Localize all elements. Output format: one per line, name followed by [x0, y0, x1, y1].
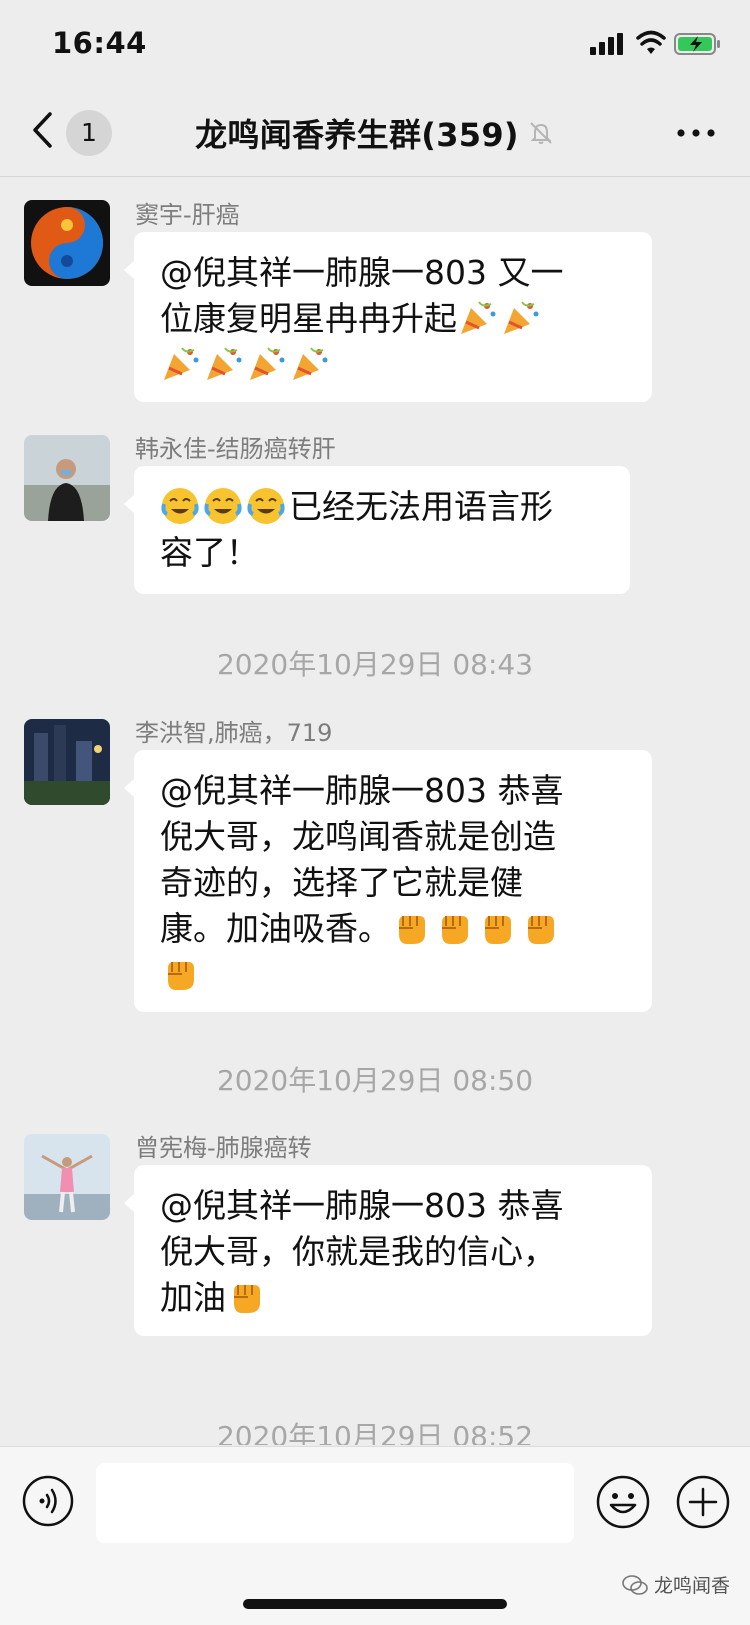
- cellular-signal-icon: [590, 33, 623, 55]
- party-popper-icon: [457, 298, 497, 338]
- fist-icon: [391, 908, 431, 948]
- party-popper-icon: [160, 344, 200, 384]
- status-bar: 16:44: [0, 0, 750, 88]
- message-bubble[interactable]: @倪其祥一肺腺一803 又一 位康复明星冉冉升起: [124, 232, 652, 402]
- crying-laugh-icon: [246, 486, 286, 526]
- sender-name: 窦宇-肝癌: [135, 201, 240, 229]
- home-indicator[interactable]: [243, 1599, 507, 1609]
- message-text-line: 倪大哥，你就是我的信心，: [160, 1232, 556, 1271]
- timestamp: 2020年10月29日 08:50: [216, 1064, 534, 1097]
- fist-icon: [477, 908, 517, 948]
- party-popper-icon: [203, 344, 243, 384]
- more-options-icon[interactable]: [676, 128, 716, 138]
- chat-title: 龙鸣闻香养生群(359): [195, 116, 519, 154]
- message-text-line: 倪大哥，龙鸣闻香就是创造: [160, 817, 556, 856]
- emoji-row: [160, 952, 626, 998]
- crying-laugh-icon: [160, 486, 200, 526]
- message-bubble[interactable]: 已经无法用语言形 容了！: [124, 466, 630, 594]
- message-text-line: 位康复明星冉冉升起: [160, 296, 626, 342]
- message-text-line: 加油: [160, 1275, 626, 1321]
- message-text-line: 已经无法用语言形: [160, 484, 604, 530]
- emoji-picker-icon[interactable]: [596, 1475, 650, 1529]
- sender-name: 韩永佳-结肠癌转肝: [135, 435, 336, 463]
- message-text-line: @倪其祥一肺腺一803 恭喜: [160, 771, 564, 810]
- watermark: 龙鸣闻香: [622, 1571, 730, 1598]
- fist-icon: [434, 908, 474, 948]
- fist-icon: [520, 908, 560, 948]
- message-text-line: 容了！: [160, 533, 259, 572]
- emoji-row: [160, 342, 626, 388]
- sender-name: 曾宪梅-肺腺癌转: [135, 1134, 312, 1162]
- fist-icon: [226, 1277, 266, 1317]
- wechat-icon: [622, 1574, 648, 1595]
- avatar[interactable]: [24, 435, 110, 521]
- timestamp: 2020年10月29日 08:52: [216, 1420, 534, 1445]
- message-input[interactable]: [96, 1463, 574, 1543]
- status-time: 16:44: [52, 26, 147, 60]
- avatar[interactable]: [24, 200, 110, 286]
- avatar[interactable]: [24, 719, 110, 805]
- message-text-line: @倪其祥一肺腺一803 恭喜: [160, 1186, 564, 1225]
- chat-message-list[interactable]: 窦宇-肝癌 @倪其祥一肺腺一803 又一 位康复明星冉冉升起 韩永佳-结肠癌转肝…: [0, 177, 750, 1445]
- timestamp: 2020年10月29日 08:43: [216, 648, 534, 681]
- watermark-text: 龙鸣闻香: [654, 1575, 731, 1597]
- party-popper-icon: [289, 344, 329, 384]
- crying-laugh-icon: [203, 486, 243, 526]
- nav-bar: 1 龙鸣闻香养生群(359): [0, 88, 750, 177]
- message-bubble[interactable]: @倪其祥一肺腺一803 恭喜 倪大哥，你就是我的信心， 加油: [124, 1165, 652, 1336]
- message-text-line: 奇迹的，选择了它就是健: [160, 863, 523, 902]
- battery-charging-icon: [674, 33, 720, 55]
- avatar[interactable]: [24, 1134, 110, 1220]
- fist-icon: [160, 954, 200, 994]
- mute-bell-icon: [530, 122, 552, 144]
- party-popper-icon: [500, 298, 540, 338]
- sender-name: 李洪智,肺癌，719: [135, 719, 333, 747]
- party-popper-icon: [246, 344, 286, 384]
- plus-icon[interactable]: [676, 1475, 730, 1529]
- message-bubble[interactable]: @倪其祥一肺腺一803 恭喜 倪大哥，龙鸣闻香就是创造 奇迹的，选择了它就是健 …: [124, 750, 652, 1012]
- message-text-line: @倪其祥一肺腺一803 又一: [160, 253, 564, 292]
- wifi-icon: [636, 30, 666, 54]
- voice-input-icon[interactable]: [22, 1475, 74, 1527]
- chat-title-area: 龙鸣闻香养生群(359): [0, 110, 750, 156]
- input-bar: 龙鸣闻香: [0, 1446, 750, 1625]
- message-text-line: 康。加油吸香。: [160, 906, 626, 952]
